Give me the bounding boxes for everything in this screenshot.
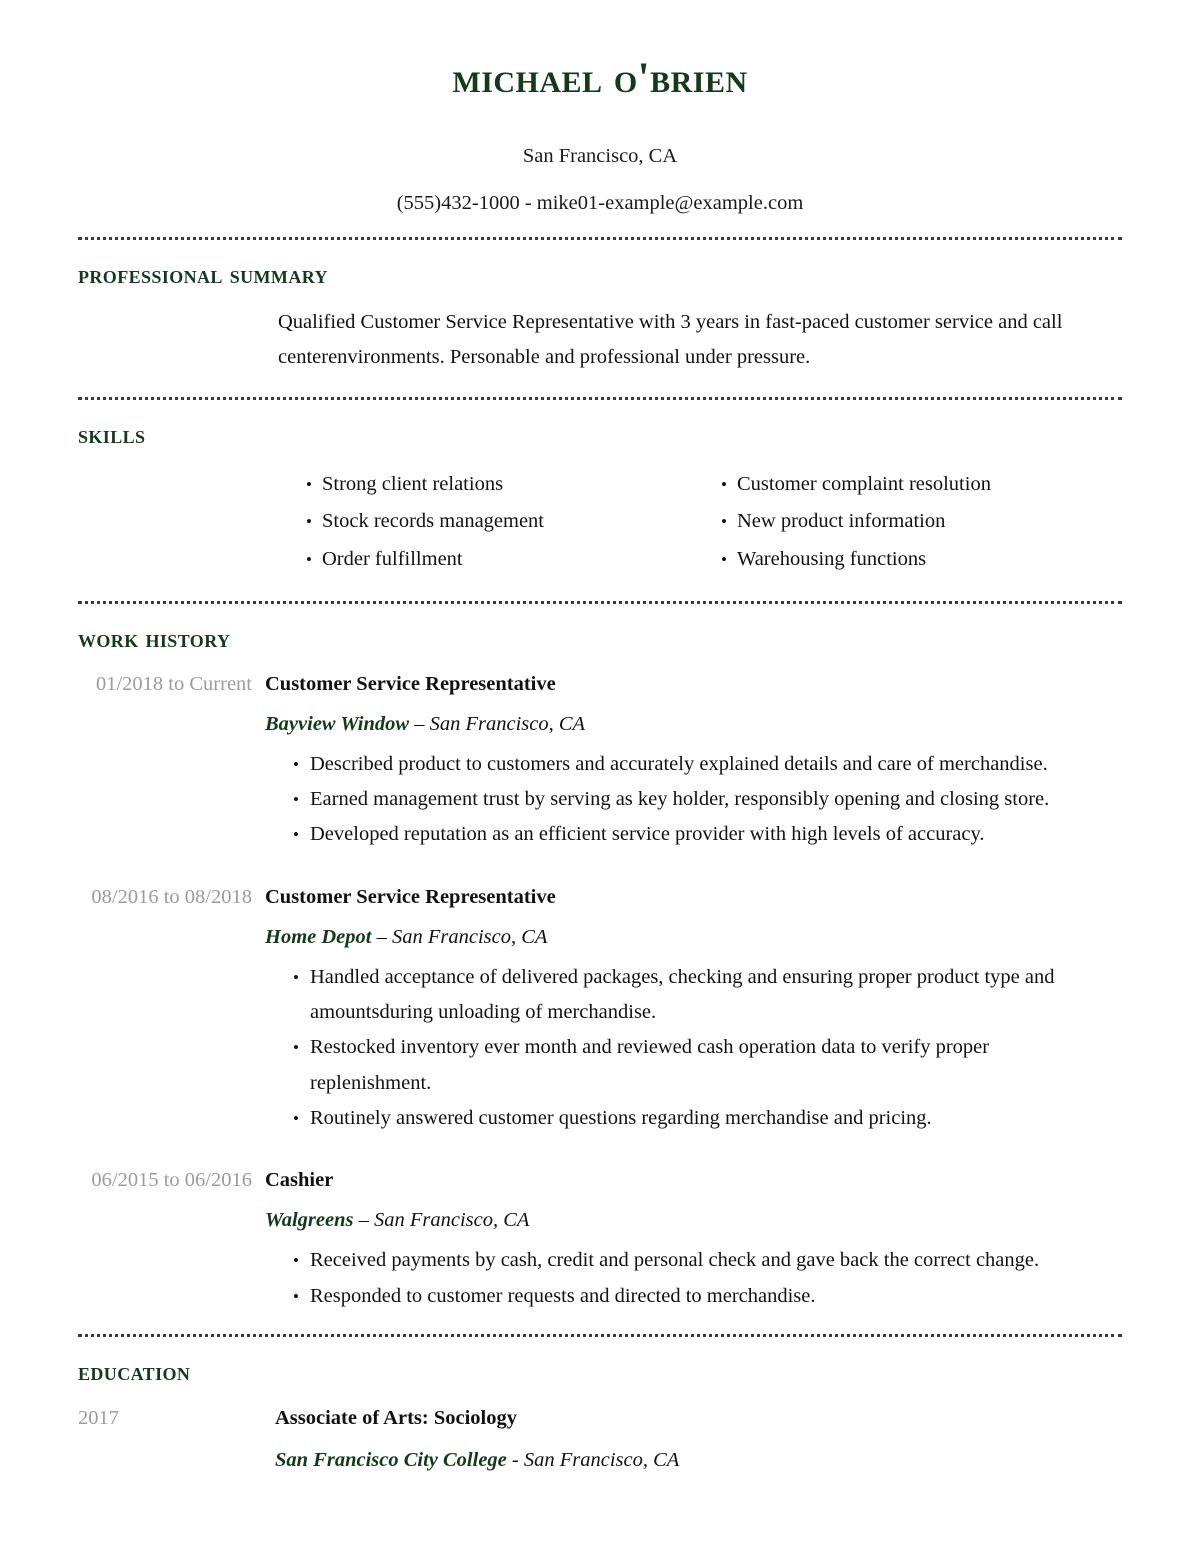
job-body: Customer Service Representative Bayview … [265, 670, 1122, 853]
bullet-icon: • [293, 790, 299, 810]
job-title: Cashier [265, 1169, 334, 1192]
professional-summary-text: Qualified Customer Service Representativ… [278, 311, 1063, 369]
job-company-line: Walgreens – San Francisco, CA [265, 1206, 1122, 1235]
job-separator: – [371, 925, 392, 948]
job-separator: – [353, 1209, 374, 1232]
skill-label: Strong client relations [322, 472, 504, 495]
education-separator: - [506, 1448, 524, 1471]
job-dates: 01/2018 to Current [95, 672, 252, 695]
job-company-name: Walgreens [265, 1209, 354, 1232]
job-location: San Francisco, CA [429, 712, 586, 735]
job-bullet-text: Described product to customers and accur… [310, 752, 1048, 775]
candidate-location: San Francisco, CA [522, 145, 678, 167]
job-bullet-text: Restocked inventory ever month and revie… [310, 1036, 990, 1094]
job-company-name: Home Depot [265, 925, 372, 948]
section-title-work-history: Work History [78, 623, 231, 653]
skill-label: Warehousing functions [737, 547, 927, 570]
skill-label: Order fulfillment [322, 547, 463, 570]
education-entry: 2017 Associate of Arts: Sociology San Fr… [78, 1404, 1122, 1475]
job-bullet: • Developed reputation as an efficient s… [293, 817, 1111, 852]
skill-item: • Stock records management [306, 503, 721, 541]
bullet-icon: • [306, 512, 312, 532]
job-bullet: • Received payments by cash, credit and … [293, 1243, 1111, 1278]
job-body: Customer Service Representative Home Dep… [265, 883, 1122, 1136]
job-dates: 06/2015 to 06/2016 [91, 1169, 252, 1192]
job-separator: – [409, 712, 430, 735]
bullet-icon: • [293, 967, 299, 987]
bullet-icon: • [306, 549, 312, 569]
job-bullet: • Responded to customer requests and dir… [293, 1279, 1111, 1314]
education-year: 2017 [78, 1406, 119, 1429]
education-location: San Francisco, CA [523, 1448, 680, 1471]
section-title-professional-summary: Professional Summary [78, 260, 328, 289]
education-body: Associate of Arts: Sociology San Francis… [275, 1404, 1122, 1475]
job-title: Customer Service Representative [265, 885, 556, 908]
section-title-skills: Skills [78, 419, 146, 449]
candidate-name: Michael O'brien [452, 55, 748, 102]
job-bullet: • Described product to customers and acc… [293, 747, 1111, 782]
bullet-icon: • [293, 1286, 299, 1306]
bullet-icon: • [306, 474, 312, 494]
bullet-icon: • [721, 549, 727, 569]
job-body: Cashier Walgreens – San Francisco, CA • … [265, 1166, 1122, 1314]
job-bullet-text: Developed reputation as an efficient ser… [310, 823, 985, 846]
job-bullet: • Handled acceptance of delivered packag… [293, 960, 1111, 1031]
job-bullet-list: • Received payments by cash, credit and … [293, 1243, 1122, 1314]
job-bullet-text: Responded to customer requests and direc… [310, 1284, 816, 1307]
job-company-line: Bayview Window – San Francisco, CA [265, 710, 1122, 739]
skill-label: New product information [737, 510, 946, 533]
bullet-icon: • [293, 1038, 299, 1058]
skill-item: • Strong client relations [306, 466, 721, 504]
skill-item: • Warehousing functions [721, 541, 1122, 579]
education-school-line: San Francisco City College - San Francis… [275, 1446, 1122, 1475]
job-bullet: • Earned management trust by serving as … [293, 782, 1111, 817]
job-bullet: • Restocked inventory ever month and rev… [293, 1030, 1111, 1101]
job-location: San Francisco, CA [373, 1209, 530, 1232]
work-history-entry: 06/2015 to 06/2016 Cashier Walgreens – S… [78, 1166, 1122, 1314]
bullet-icon: • [293, 825, 299, 845]
job-location: San Francisco, CA [391, 925, 548, 948]
candidate-contact: (555)432-1000 - mike01-example@example.c… [396, 191, 804, 214]
job-bullet-list: • Described product to customers and acc… [293, 747, 1122, 853]
job-title: Customer Service Representative [265, 672, 556, 695]
job-bullet: • Routinely answered customer questions … [293, 1101, 1111, 1136]
bullet-icon: • [293, 1108, 299, 1128]
skills-list: • Strong client relations • Customer com… [306, 466, 1122, 579]
skill-item: • New product information [721, 503, 1122, 541]
job-company-line: Home Depot – San Francisco, CA [265, 923, 1122, 952]
job-bullet-text: Routinely answered customer questions re… [310, 1106, 932, 1129]
skill-label: Customer complaint resolution [737, 472, 991, 495]
bullet-icon: • [293, 1251, 299, 1271]
education-school-name: San Francisco City College [275, 1448, 507, 1471]
work-history-entry: 01/2018 to Current Customer Service Repr… [78, 670, 1122, 853]
skill-item: • Customer complaint resolution [721, 466, 1122, 504]
job-bullet-text: Received payments by cash, credit and pe… [310, 1249, 1040, 1272]
education-degree: Associate of Arts: Sociology [275, 1406, 517, 1429]
skill-item: • Order fulfillment [306, 541, 721, 579]
bullet-icon: • [721, 512, 727, 532]
resume-page: Michael O'brien San Francisco, CA (555)4… [0, 0, 1200, 1553]
bullet-icon: • [293, 754, 299, 774]
job-bullet-list: • Handled acceptance of delivered packag… [293, 960, 1122, 1136]
bullet-icon: • [721, 474, 727, 494]
skill-label: Stock records management [322, 510, 545, 533]
job-dates: 08/2016 to 08/2018 [91, 885, 252, 908]
work-history-entry: 08/2016 to 08/2018 Customer Service Repr… [78, 883, 1122, 1136]
section-title-education: Education [78, 1356, 191, 1386]
job-bullet-text: Handled acceptance of delivered packages… [310, 965, 1055, 1024]
resume-header: Michael O'brien San Francisco, CA (555)4… [78, 0, 1122, 213]
job-company-name: Bayview Window [265, 712, 410, 735]
job-bullet-text: Earned management trust by serving as ke… [310, 788, 1050, 811]
